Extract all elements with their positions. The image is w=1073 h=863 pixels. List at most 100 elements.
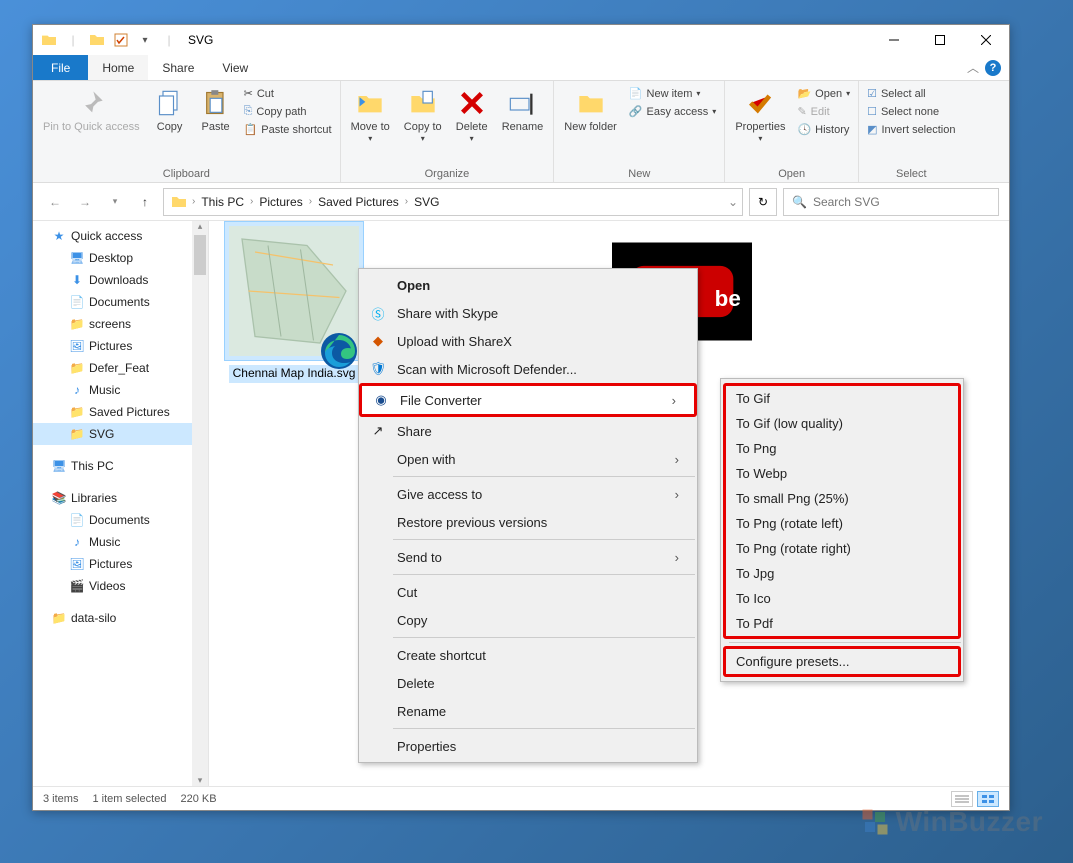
- paste-shortcut-button[interactable]: 📋Paste shortcut: [240, 121, 336, 138]
- checkbox-icon[interactable]: [110, 29, 132, 51]
- breadcrumb-segment[interactable]: SVG: [410, 195, 443, 209]
- sidebar-item-deferfeat[interactable]: 📁Defer_Feat: [33, 357, 208, 379]
- sidebar-item-desktop[interactable]: 🖥Desktop📌: [33, 247, 208, 269]
- search-box[interactable]: 🔍: [783, 188, 999, 216]
- open-button[interactable]: 📂Open ▾: [793, 85, 854, 102]
- details-view-button[interactable]: [951, 791, 973, 807]
- share-tab[interactable]: Share: [148, 55, 208, 80]
- breadcrumb-segment[interactable]: Saved Pictures: [314, 195, 403, 209]
- forward-button[interactable]: →: [73, 190, 97, 214]
- selectall-button[interactable]: ☑Select all: [863, 85, 959, 102]
- sidebar-lib-documents[interactable]: 📄Documents: [33, 509, 208, 531]
- view-tab[interactable]: View: [208, 55, 262, 80]
- sidebar-lib-music[interactable]: ♪Music: [33, 531, 208, 553]
- folder-icon: 📁: [51, 610, 67, 626]
- folder-icon: [86, 29, 108, 51]
- ctx-copy[interactable]: Copy: [359, 606, 697, 634]
- copyto-button[interactable]: Copy to▾: [398, 83, 448, 148]
- easyaccess-button[interactable]: 🔗Easy access ▾: [625, 103, 720, 120]
- sub-topng[interactable]: To Png: [726, 436, 958, 461]
- file-tab[interactable]: File: [33, 55, 88, 80]
- download-icon: ⬇: [69, 272, 85, 288]
- scrollbar-thumb[interactable]: [194, 235, 206, 275]
- delete-button[interactable]: Delete▾: [450, 83, 494, 148]
- edit-button[interactable]: ✎Edit: [793, 103, 854, 120]
- thumbnails-view-button[interactable]: [977, 791, 999, 807]
- ctx-properties[interactable]: Properties: [359, 732, 697, 760]
- ctx-open[interactable]: Open: [359, 271, 697, 299]
- minimize-button[interactable]: [871, 25, 917, 55]
- quick-access-node[interactable]: ★Quick access: [33, 225, 208, 247]
- ctx-shortcut[interactable]: Create shortcut: [359, 641, 697, 669]
- sidebar-item-svg[interactable]: 📁SVG: [33, 423, 208, 445]
- sidebar-scrollbar[interactable]: ▴ ▾: [192, 221, 208, 786]
- ctx-defender[interactable]: 🛡Scan with Microsoft Defender...: [359, 355, 697, 383]
- rename-button[interactable]: Rename: [496, 83, 550, 138]
- pin-icon: [75, 87, 107, 119]
- ctx-restore[interactable]: Restore previous versions: [359, 508, 697, 536]
- invertselection-button[interactable]: ◩Invert selection: [863, 121, 959, 138]
- maximize-button[interactable]: [917, 25, 963, 55]
- ctx-fileconverter[interactable]: ◉File Converter›: [359, 383, 697, 417]
- shield-icon: 🛡: [369, 360, 387, 378]
- sidebar-item-pictures[interactable]: 🖼Pictures📌: [33, 335, 208, 357]
- search-input[interactable]: [813, 195, 990, 209]
- libraries-node[interactable]: 📚Libraries: [33, 487, 208, 509]
- sub-togif-lq[interactable]: To Gif (low quality): [726, 411, 958, 436]
- sidebar-lib-videos[interactable]: 🎬Videos: [33, 575, 208, 597]
- chevron-up-icon[interactable]: ︿: [967, 59, 979, 76]
- sub-topng-rl[interactable]: To Png (rotate left): [726, 511, 958, 536]
- ctx-sharex[interactable]: ◆Upload with ShareX: [359, 327, 697, 355]
- paste-button[interactable]: Paste: [194, 83, 238, 138]
- help-icon[interactable]: ?: [985, 60, 1001, 76]
- cut-button[interactable]: ✂Cut: [240, 85, 336, 102]
- sub-tojpg[interactable]: To Jpg: [726, 561, 958, 586]
- sub-towebp[interactable]: To Webp: [726, 461, 958, 486]
- ctx-skype[interactable]: ⓈShare with Skype: [359, 299, 697, 327]
- copy-path-button[interactable]: ⎘Copy path: [240, 103, 336, 120]
- sidebar-item-datposs[interactable]: 📁data-silo: [33, 607, 208, 629]
- selectnone-button[interactable]: ☐Select none: [863, 103, 959, 120]
- newfolder-button[interactable]: New folder: [558, 83, 623, 138]
- sidebar-item-savedpictures[interactable]: 📁Saved Pictures: [33, 401, 208, 423]
- pin-quickaccess-button[interactable]: Pin to Quick access: [37, 83, 146, 138]
- ctx-giveaccess[interactable]: Give access to›: [359, 480, 697, 508]
- sidebar-item-screens[interactable]: 📁screens📌: [33, 313, 208, 335]
- breadcrumb-segment[interactable]: This PC: [197, 195, 248, 209]
- breadcrumb[interactable]: › This PC› Pictures› Saved Pictures› SVG…: [163, 188, 743, 216]
- ctx-cut[interactable]: Cut: [359, 578, 697, 606]
- sub-tosmallpng[interactable]: To small Png (25%): [726, 486, 958, 511]
- sub-togif[interactable]: To Gif: [726, 386, 958, 411]
- close-button[interactable]: [963, 25, 1009, 55]
- moveto-button[interactable]: Move to▾: [345, 83, 396, 148]
- back-button[interactable]: ←: [43, 190, 67, 214]
- breadcrumb-dropdown[interactable]: ⌄: [728, 195, 738, 209]
- up-button[interactable]: ↑: [133, 190, 157, 214]
- sidebar-item-music[interactable]: ♪Music: [33, 379, 208, 401]
- sub-topng-rr[interactable]: To Png (rotate right): [726, 536, 958, 561]
- breadcrumb-segment[interactable]: Pictures: [255, 195, 306, 209]
- folder-icon: [38, 29, 60, 51]
- sidebar-lib-pictures[interactable]: 🖼Pictures: [33, 553, 208, 575]
- folder-icon: 📁: [69, 316, 85, 332]
- sub-toico[interactable]: To Ico: [726, 586, 958, 611]
- copy-button[interactable]: Copy: [148, 83, 192, 138]
- ctx-sendto[interactable]: Send to›: [359, 543, 697, 571]
- sidebar-item-documents[interactable]: 📄Documents📌: [33, 291, 208, 313]
- ctx-share[interactable]: ↗Share: [359, 417, 697, 445]
- file-item[interactable]: Chennai Map India.svg: [219, 221, 369, 383]
- ctx-rename[interactable]: Rename: [359, 697, 697, 725]
- ctx-delete[interactable]: Delete: [359, 669, 697, 697]
- home-tab[interactable]: Home: [88, 55, 148, 80]
- sub-topdf[interactable]: To Pdf: [726, 611, 958, 636]
- sidebar-item-downloads[interactable]: ⬇Downloads📌: [33, 269, 208, 291]
- recent-dropdown[interactable]: ▾: [103, 190, 127, 214]
- refresh-button[interactable]: ↻: [749, 188, 777, 216]
- sub-configure[interactable]: Configure presets...: [723, 646, 961, 677]
- newitem-button[interactable]: 📄New item ▾: [625, 85, 720, 102]
- this-pc-node[interactable]: 🖥This PC: [33, 455, 208, 477]
- ctx-openwith[interactable]: Open with›: [359, 445, 697, 473]
- properties-button[interactable]: Properties▾: [729, 83, 791, 148]
- history-button[interactable]: 🕓History: [793, 121, 854, 138]
- dropdown-icon[interactable]: ▾: [134, 29, 156, 51]
